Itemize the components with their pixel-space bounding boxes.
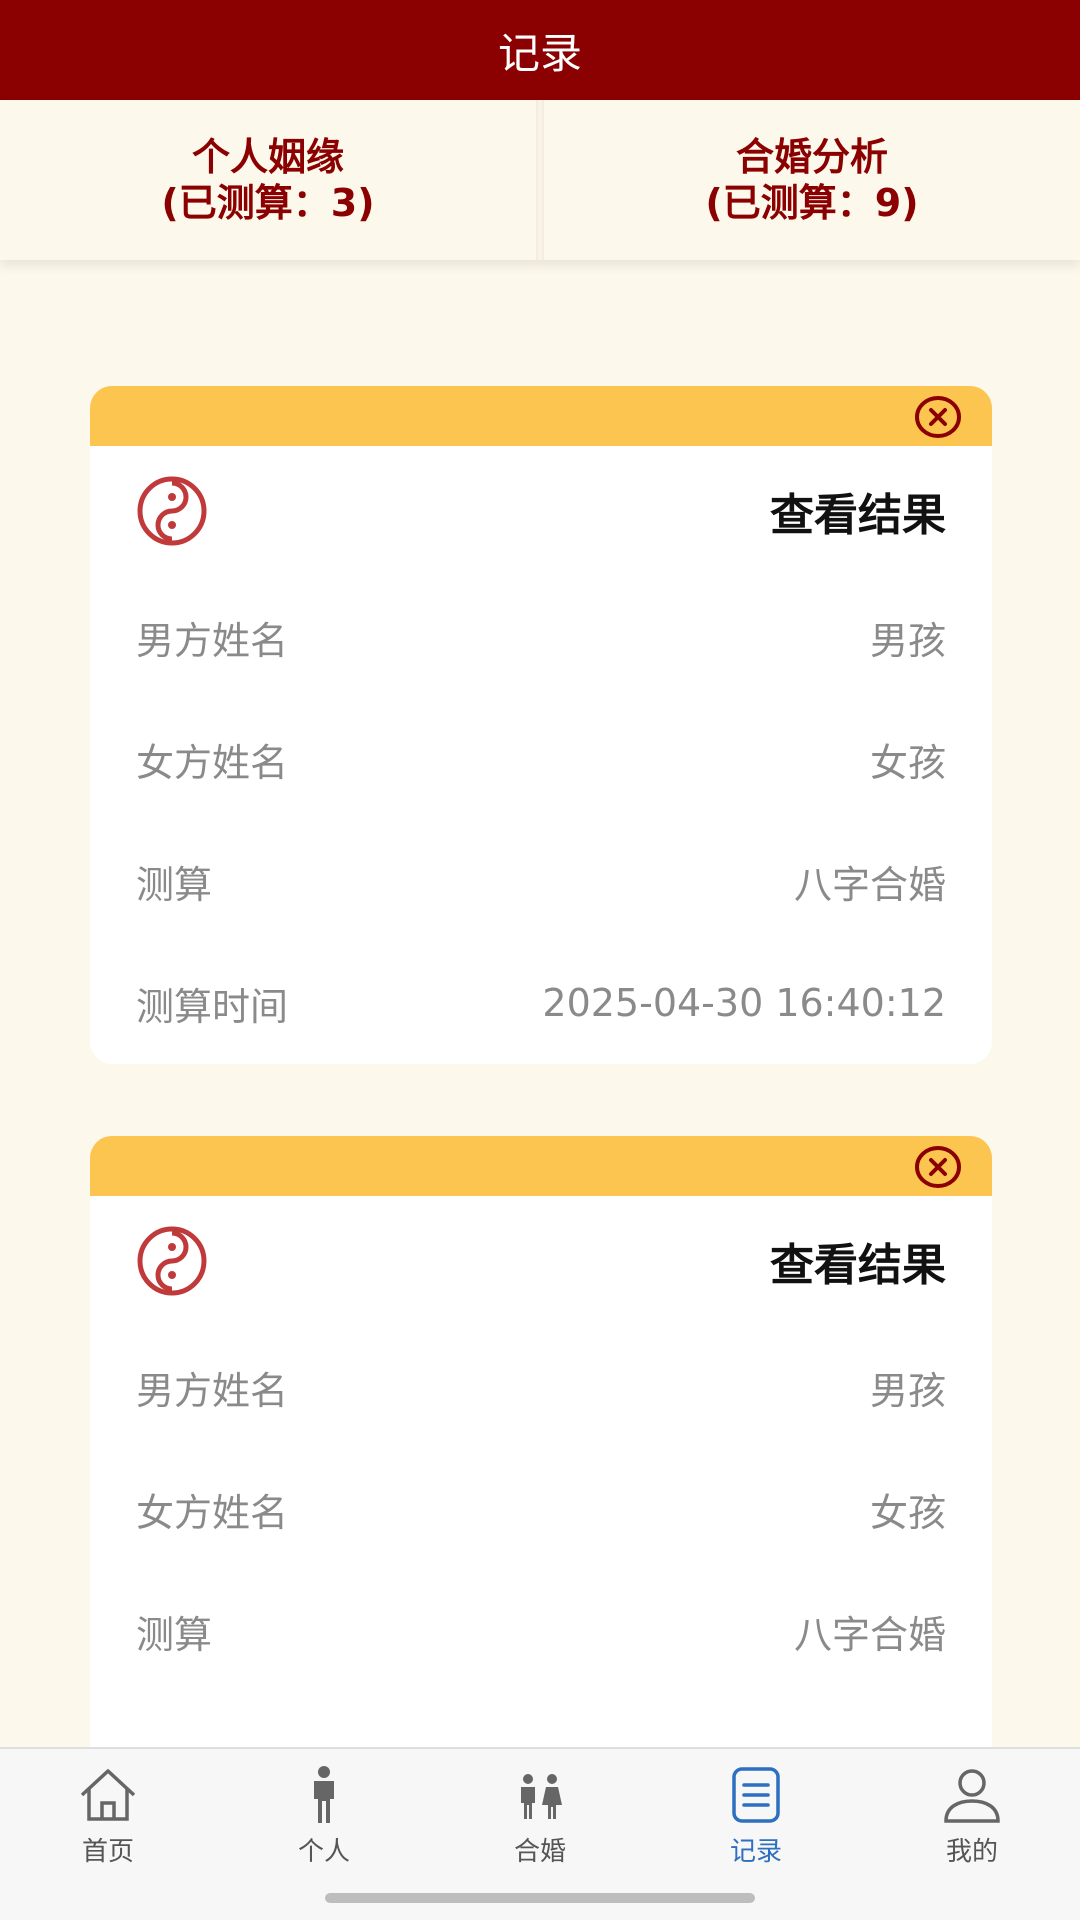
close-icon[interactable] [914,1144,962,1190]
row-value: 女孩 [869,740,946,785]
person-icon [314,1766,334,1823]
tab-personal-marriage[interactable]: 个人姻缘 (已测算：3) [0,100,536,260]
info-row-type: 测算 八字合婚 [90,1570,992,1692]
record-list[interactable]: 查看结果 男方姓名 男孩 女方姓名 女孩 测算 八字合婚 测算时间 2025-0… [0,260,1080,1747]
tab-label: 合婚分析 [735,135,888,179]
row-label: 男方姓名 [136,618,289,663]
row-label: 男方姓名 [136,1368,289,1413]
row-label: 测算 [136,1612,213,1657]
tabbar-label: 首页 [81,1837,134,1867]
tab-label: 个人姻缘 [191,135,344,179]
row-label: 女方姓名 [136,1490,289,1535]
tab-count: (已测算：9) [705,181,919,225]
tabbar-item-mine[interactable]: 我的 [864,1749,1080,1920]
record-icon [732,1767,780,1823]
home-indicator [325,1893,755,1903]
row-value: 女孩 [869,1490,946,1535]
row-label: 测算时间 [136,984,289,1029]
user-icon [944,1769,1000,1823]
tabbar-label: 合婚 [513,1837,566,1867]
tabbar-item-home[interactable]: 首页 [0,1749,216,1920]
row-value: 男孩 [869,1368,946,1413]
page-header: 记录 [0,0,1080,100]
row-label: 测算 [136,862,213,907]
yin-yang-icon [137,1226,207,1296]
row-value: 男孩 [869,618,946,663]
row-value: 八字合婚 [793,1612,946,1657]
view-result-button[interactable]: 查看结果 [770,479,946,543]
tabbar-label: 个人 [297,1837,350,1867]
tabbar-label: 我的 [945,1837,998,1867]
tab-count: (已测算：3) [161,181,375,225]
tab-divider [536,100,544,260]
row-value: 八字合婚 [793,862,946,907]
tabbar-label: 记录 [729,1837,782,1867]
close-icon[interactable] [914,394,962,440]
card-head[interactable]: 查看结果 [90,446,992,576]
card-top-bar [90,386,992,446]
couple-icon [521,1774,562,1819]
info-row-male-name: 男方姓名 男孩 [90,1326,992,1448]
info-row-time: 测算时间 2025-04-30 16:40:12 [90,942,992,1064]
view-result-button[interactable]: 查看结果 [770,1229,946,1293]
info-row-female-name: 女方姓名 女孩 [90,1448,992,1570]
card-head[interactable]: 查看结果 [90,1196,992,1326]
info-row-type: 测算 八字合婚 [90,820,992,942]
record-card: 查看结果 男方姓名 男孩 女方姓名 女孩 测算 八字合婚 [90,1136,992,1747]
yin-yang-icon [137,476,207,546]
row-label: 女方姓名 [136,740,289,785]
tab-marriage-analysis[interactable]: 合婚分析 (已测算：9) [544,100,1080,260]
row-value: 2025-04-30 16:40:12 [542,981,946,1025]
page-title: 记录 [497,28,582,78]
info-row-male-name: 男方姓名 男孩 [90,576,992,698]
record-type-tabs: 个人姻缘 (已测算：3) 合婚分析 (已测算：9) [0,100,1080,260]
info-row-female-name: 女方姓名 女孩 [90,698,992,820]
home-icon [80,1769,136,1821]
card-top-bar [90,1136,992,1196]
info-row-time [90,1692,992,1747]
record-card: 查看结果 男方姓名 男孩 女方姓名 女孩 测算 八字合婚 测算时间 2025-0… [90,386,992,1064]
